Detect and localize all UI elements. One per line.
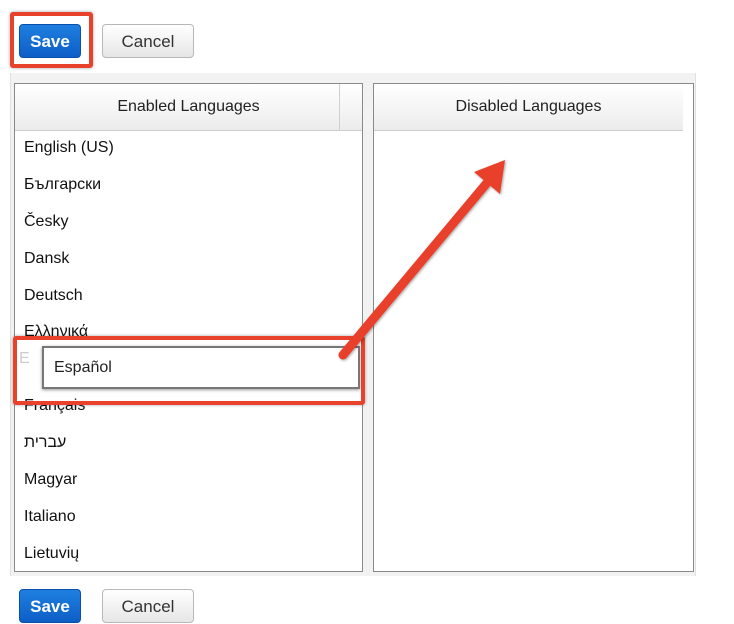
bottom-cancel-button[interactable]: Cancel	[102, 589, 194, 623]
language-item-italian[interactable]: Italiano	[15, 499, 362, 536]
disabled-languages-panel: Disabled Languages	[373, 83, 694, 572]
language-item-german[interactable]: Deutsch	[15, 278, 362, 315]
enabled-languages-panel: Enabled Languages English (US) Български…	[14, 83, 363, 572]
language-item-czech[interactable]: Česky	[15, 204, 362, 241]
disabled-languages-header: Disabled Languages	[374, 84, 683, 131]
header-separator	[339, 84, 340, 130]
enabled-languages-header: Enabled Languages	[15, 84, 362, 131]
bottom-save-button[interactable]: Save	[19, 589, 81, 623]
disabled-languages-dropzone[interactable]	[374, 130, 693, 570]
drag-ghost-initial: E	[19, 350, 30, 367]
language-item-bulgarian[interactable]: Български	[15, 167, 362, 204]
top-save-button[interactable]: Save	[19, 24, 81, 58]
dragging-language-item[interactable]: Español	[42, 346, 360, 389]
language-item-english-us[interactable]: English (US)	[15, 130, 362, 167]
disabled-languages-title: Disabled Languages	[455, 98, 602, 115]
enabled-languages-title: Enabled Languages	[117, 98, 260, 115]
dragging-language-label: Español	[54, 359, 112, 376]
language-item-french[interactable]: Français	[15, 388, 362, 425]
language-item-hungarian[interactable]: Magyar	[15, 462, 362, 499]
language-item-hebrew[interactable]: עברית	[15, 425, 362, 462]
language-item-danish[interactable]: Dansk	[15, 241, 362, 278]
language-item-lithuanian[interactable]: Lietuvių	[15, 536, 362, 571]
top-cancel-button[interactable]: Cancel	[102, 24, 194, 58]
